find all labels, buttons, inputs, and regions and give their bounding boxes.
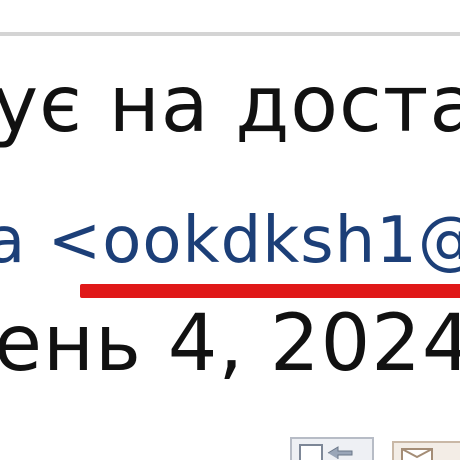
email-subject: ує на доставк — [0, 60, 460, 150]
message-icon[interactable] — [392, 441, 460, 460]
header-divider — [0, 0, 460, 36]
email-sender[interactable]: а <ookdksh1@ni — [0, 209, 460, 273]
email-date: ень 4, 2024 02:5 — [0, 299, 460, 389]
reply-icon[interactable] — [290, 437, 374, 460]
email-header-view: ує на доставк а <ookdksh1@ni ень 4, 2024… — [0, 0, 460, 460]
highlight-underline — [80, 284, 460, 298]
toolbar-icons — [0, 437, 460, 460]
sender-name-fragment: а < — [0, 204, 103, 278]
sender-email[interactable]: ookdksh1@ni — [102, 204, 460, 278]
